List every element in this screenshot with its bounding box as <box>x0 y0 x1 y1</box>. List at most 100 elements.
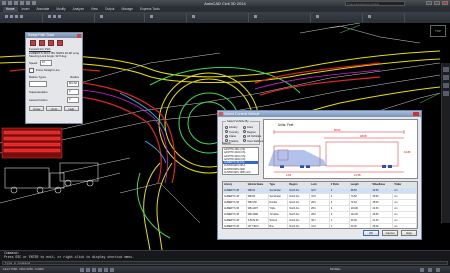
force-straight-checkbox[interactable] <box>29 67 34 73</box>
table-row[interactable]: AUBERT:S 38 CITY-BUS Bus North Am 41.0 1 40.00… <box>223 224 417 228</box>
table-cell: WB-100T <box>247 206 269 211</box>
table-cell: Semitrailer <box>269 194 289 199</box>
speed-field[interactable]: 10 <box>39 59 52 66</box>
settings-icon[interactable] <box>57 40 63 46</box>
superelevation-row: Superelevation 0 <box>26 88 82 96</box>
zoom-icon[interactable] <box>443 83 449 88</box>
radius-field[interactable]: Min-60 <box>67 80 79 87</box>
help-button[interactable]: Help <box>63 105 79 111</box>
settings-icon[interactable] <box>428 267 432 272</box>
column-header[interactable]: Wheelbase <box>371 182 394 187</box>
workspace-icon[interactable] <box>420 267 424 272</box>
text-icon[interactable] <box>150 15 153 18</box>
trim-icon[interactable] <box>58 15 61 18</box>
radio-library-dot <box>225 125 228 129</box>
palette-title: Swept Path Tools <box>26 33 82 38</box>
fullscreen-icon[interactable] <box>436 267 440 272</box>
table-cell: 40.50 <box>371 212 394 217</box>
palette-close-icon[interactable] <box>77 33 81 38</box>
minimize-button[interactable] <box>426 1 432 5</box>
preview-dim-label: 50.00 <box>334 128 341 132</box>
list-item[interactable]: AUSTROADS 1995 (AU) <box>223 171 258 174</box>
rotate-icon[interactable] <box>53 15 56 18</box>
column-header[interactable]: # Parts <box>330 182 350 187</box>
table-cell: Bus <box>269 224 289 228</box>
table-cell: North Am <box>288 194 311 199</box>
column-header[interactable]: Library <box>223 182 247 187</box>
column-header[interactable]: Length <box>350 182 372 187</box>
column-header[interactable]: Lock <box>310 182 330 187</box>
ortho-icon[interactable] <box>92 267 96 272</box>
radio-country-label: Country <box>229 129 239 134</box>
column-header[interactable]: Vehicle Name <box>247 182 269 187</box>
superelevation-field[interactable]: 0 <box>67 88 79 95</box>
search-input[interactable] <box>345 1 405 6</box>
otrack-icon[interactable] <box>110 267 114 272</box>
forward-path-icon[interactable] <box>30 40 36 46</box>
steering-wheel-icon[interactable] <box>443 67 449 72</box>
arc-icon[interactable] <box>20 15 23 18</box>
table-cell: 40.00 <box>350 218 372 223</box>
table-cell: CITY-BUS <box>247 224 269 228</box>
command-input[interactable]: Type a command <box>2 261 448 265</box>
orbit-icon[interactable] <box>443 91 449 96</box>
dialog-close-button[interactable] <box>413 112 419 116</box>
table-cell: 35.00 <box>371 200 394 205</box>
radio-cars[interactable]: Cars <box>243 125 253 129</box>
move-icon[interactable] <box>48 15 51 18</box>
grid-icon[interactable] <box>86 267 90 272</box>
table-cell: WB-109D <box>247 212 269 217</box>
radius-type-select[interactable] <box>29 80 47 87</box>
lateral-friction-field[interactable]: 0 <box>67 96 79 103</box>
cancel-button[interactable]: Cancel <box>382 230 398 236</box>
layer-properties-icon[interactable] <box>100 15 103 18</box>
paste-icon[interactable] <box>368 15 371 18</box>
match-properties-icon[interactable] <box>254 15 257 18</box>
column-header[interactable]: Trailer <box>393 182 417 187</box>
polyline-icon[interactable] <box>10 15 13 18</box>
maximize-button[interactable] <box>434 1 440 5</box>
radio-region-label: Region <box>247 129 256 134</box>
radio-country[interactable]: Country <box>225 130 239 134</box>
column-header[interactable]: Type <box>269 182 289 187</box>
ok-button[interactable]: OK <box>363 230 379 236</box>
radio-all-dot <box>243 134 246 138</box>
palette-title-text: Swept Path Tools <box>28 33 55 37</box>
arrow-button[interactable]: Arrow <box>29 105 45 111</box>
circle-icon[interactable] <box>15 15 18 18</box>
line-icon[interactable] <box>5 15 8 18</box>
table-cell: AUBERT:S 38 <box>223 224 247 228</box>
model-tab[interactable]: MODEL <box>330 266 341 273</box>
insert-block-icon[interactable] <box>192 15 195 18</box>
undo-button[interactable]: Undo <box>46 105 62 111</box>
help-button[interactable]: Help <box>401 230 417 236</box>
pan-icon[interactable] <box>443 75 449 80</box>
close-button[interactable] <box>442 1 448 5</box>
preview-dim-label: 2.93 <box>286 173 292 177</box>
polar-icon[interactable] <box>98 267 102 272</box>
table-cell: 73.50 <box>350 194 372 199</box>
column-header[interactable]: Region <box>288 182 311 187</box>
reverse-path-icon[interactable] <box>39 40 45 46</box>
viewcube[interactable]: TOP <box>430 25 446 37</box>
radio-class[interactable]: Class <box>225 134 236 138</box>
arc-path-icon[interactable] <box>48 40 54 46</box>
table-cell: 25.00 <box>371 224 394 228</box>
table-cell: 22.50 <box>371 206 394 211</box>
radio-user-defined[interactable]: User Defined <box>243 139 263 143</box>
vehicle-library-list[interactable]: AASHTO 2011 (US) AASHTO 2004 (US) AASHTO… <box>222 147 259 175</box>
select-vehicle-dialog: Select Current Vehicle Select Vehicle By… <box>217 110 422 240</box>
table-cell: 104.80 <box>350 206 372 211</box>
snap-icon[interactable] <box>80 267 84 272</box>
radio-region[interactable]: Region <box>243 130 256 134</box>
osnap-icon[interactable] <box>104 267 108 272</box>
radio-class-dot <box>225 134 228 138</box>
radio-library[interactable]: Library <box>225 125 238 129</box>
table-cell: cm <box>393 224 417 228</box>
measure-icon[interactable] <box>316 15 319 18</box>
table-cell: School <box>269 218 289 223</box>
table-cell: Triple <box>269 206 289 211</box>
radio-all-vehicles[interactable]: All Vehicles <box>243 134 261 138</box>
speed-row: Speed: 10 <box>26 59 82 67</box>
table-cell: cm <box>393 194 417 199</box>
